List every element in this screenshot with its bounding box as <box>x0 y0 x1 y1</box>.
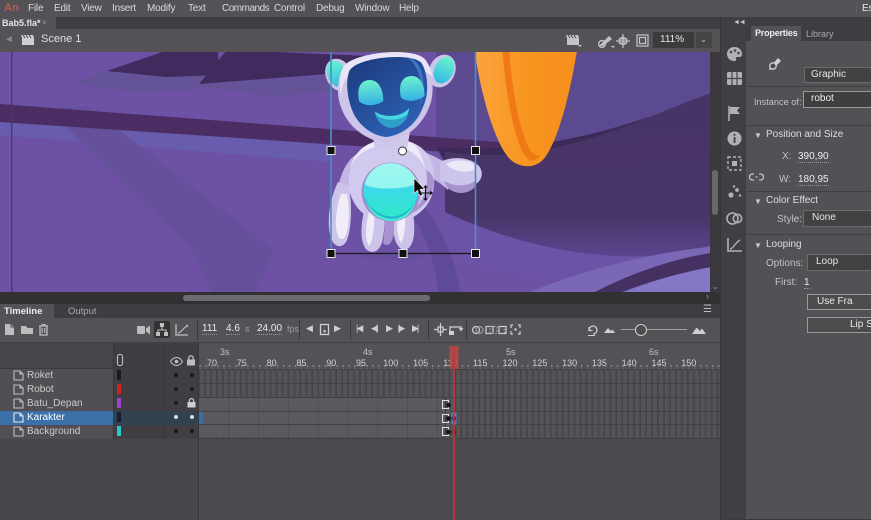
svg-text:2: 2 <box>503 329 507 336</box>
svg-text:6s: 6s <box>649 347 659 357</box>
svg-text:5s: 5s <box>506 347 516 357</box>
svg-text:3s: 3s <box>220 347 230 357</box>
svg-text:4s: 4s <box>363 347 373 357</box>
